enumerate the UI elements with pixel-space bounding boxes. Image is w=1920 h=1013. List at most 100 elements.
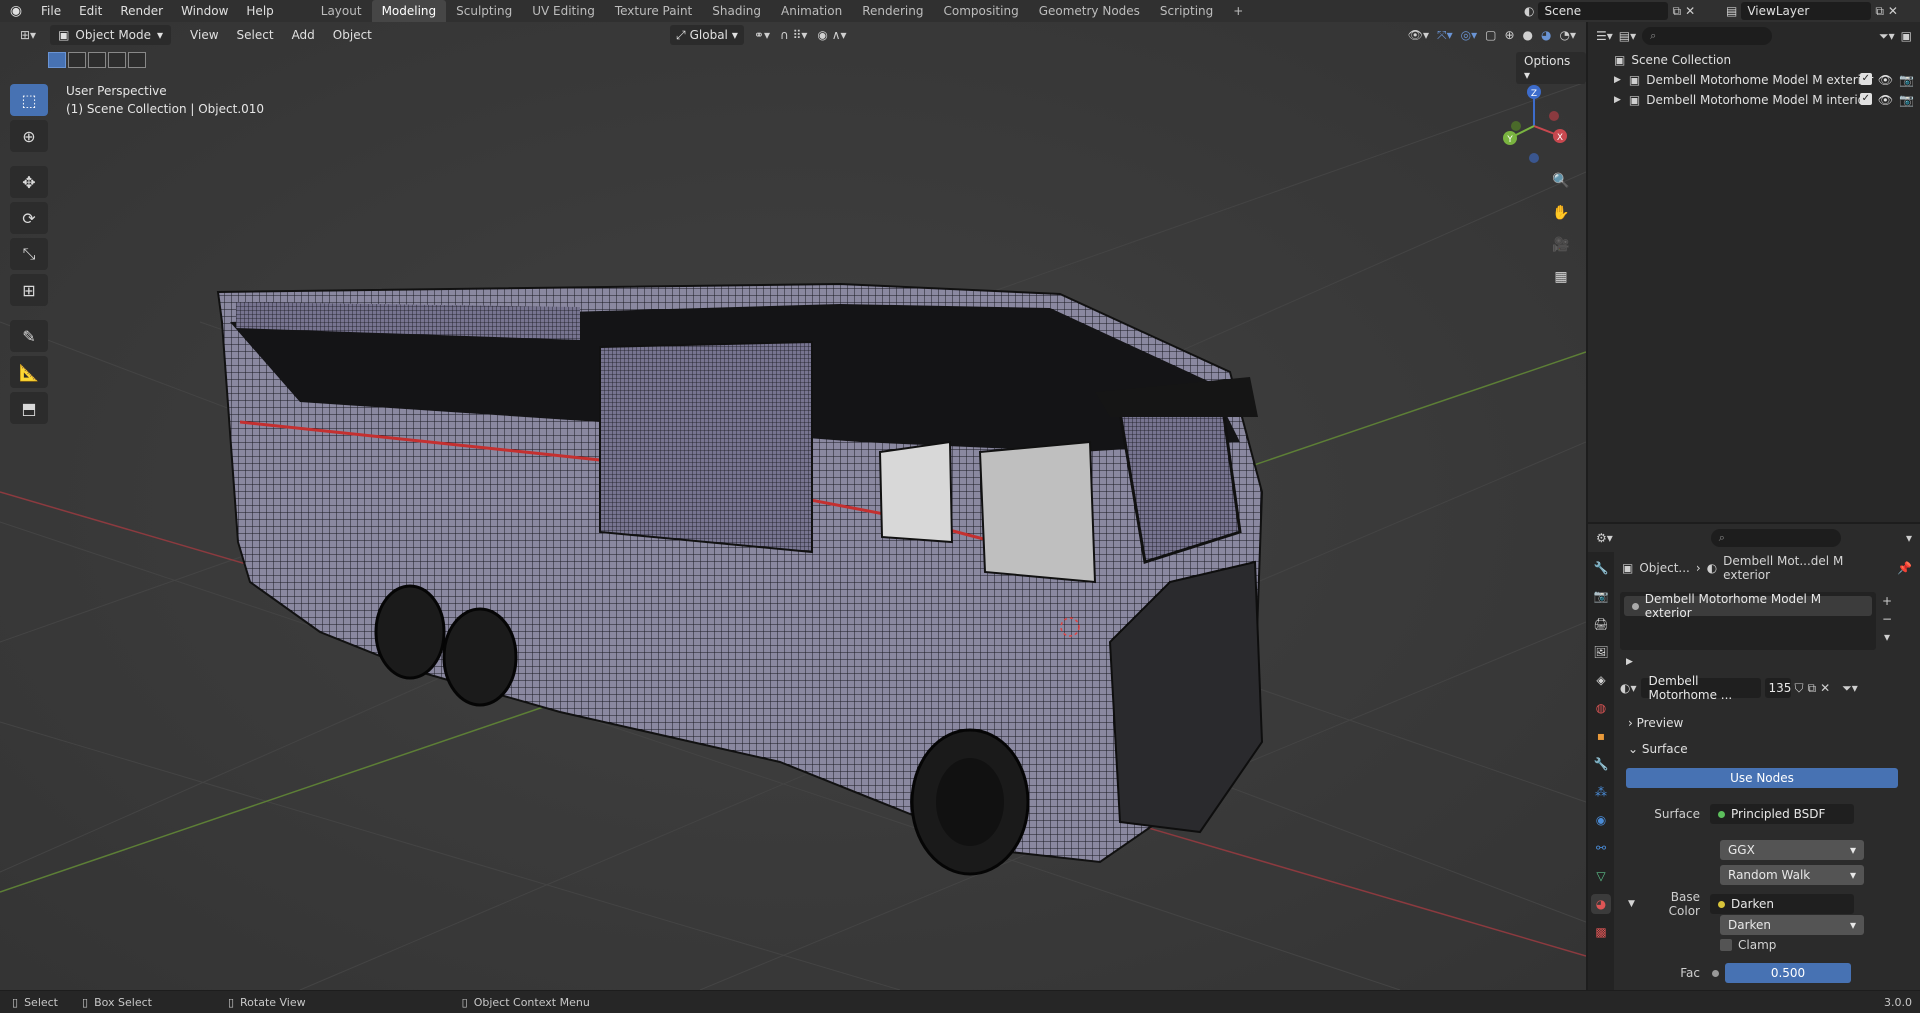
- viewlayer-field[interactable]: ViewLayer: [1741, 2, 1872, 20]
- scene-field[interactable]: Scene: [1538, 2, 1669, 20]
- material-slot-item[interactable]: Dembell Motorhome Model M exterior: [1624, 592, 1872, 620]
- pan-hand-icon[interactable]: ✋: [1548, 200, 1574, 226]
- options-dropdown[interactable]: Options ▾: [1516, 52, 1586, 84]
- scale-tool-icon[interactable]: ⤡: [10, 238, 48, 270]
- constraints-tab-icon[interactable]: ⚯: [1591, 838, 1611, 858]
- object-tab-icon[interactable]: ▪: [1591, 726, 1611, 746]
- select-extend-icon[interactable]: [68, 52, 86, 68]
- overlays-icon[interactable]: ◎▾: [1461, 28, 1478, 42]
- cursor-tool-icon[interactable]: ⊕: [10, 120, 48, 152]
- camera-icon[interactable]: 📷: [1899, 73, 1914, 87]
- properties-editor-icon[interactable]: ⚙▾: [1596, 531, 1613, 545]
- expand-down-arrow-icon[interactable]: ▼: [1628, 899, 1644, 909]
- camera-icon[interactable]: 📷: [1899, 93, 1914, 107]
- scene-tab-icon[interactable]: ◈: [1591, 670, 1611, 690]
- filter-icon[interactable]: ⏷▾: [1879, 29, 1895, 44]
- render-tab-icon[interactable]: 📷: [1591, 586, 1611, 606]
- outliner-row-interior[interactable]: ▶ ▣ Dembell Motorhome Model M interior ✓…: [1588, 90, 1920, 110]
- tab-uv-editing[interactable]: UV Editing: [522, 0, 605, 22]
- menu-add[interactable]: Add: [283, 28, 324, 42]
- remove-slot-icon[interactable]: −: [1882, 612, 1892, 626]
- viewlayer-icon[interactable]: ▤: [1726, 4, 1737, 18]
- surface-panel-header[interactable]: ⌄ Surface: [1628, 742, 1688, 756]
- texture-tab-icon[interactable]: ▩: [1591, 922, 1611, 942]
- tool-tab-icon[interactable]: 🔧: [1591, 558, 1611, 578]
- world-tab-icon[interactable]: ◍: [1591, 698, 1611, 718]
- pivot-icon[interactable]: ⚭▾: [754, 28, 770, 42]
- camera-icon[interactable]: 🎥: [1548, 232, 1574, 258]
- annotate-tool-icon[interactable]: ✎: [10, 320, 48, 352]
- preview-panel-header[interactable]: › Preview: [1628, 716, 1683, 730]
- modifier-tab-icon[interactable]: 🔧: [1591, 754, 1611, 774]
- tab-geometry-nodes[interactable]: Geometry Nodes: [1029, 0, 1150, 22]
- tab-sculpting[interactable]: Sculpting: [446, 0, 522, 22]
- material-browse-icon[interactable]: ◐▾: [1620, 681, 1637, 695]
- clamp-checkbox[interactable]: [1720, 939, 1732, 951]
- select-box-tool-icon[interactable]: ⬚: [10, 84, 48, 116]
- new-scene-icon[interactable]: ⧉: [1672, 4, 1681, 19]
- rendered-shading-icon[interactable]: ◔▾: [1560, 28, 1577, 42]
- particles-tab-icon[interactable]: ⁂: [1591, 782, 1611, 802]
- solid-shading-icon[interactable]: ●: [1523, 28, 1533, 42]
- new-viewlayer-icon[interactable]: ⧉: [1875, 4, 1884, 19]
- add-cube-tool-icon[interactable]: ⬒: [10, 392, 48, 424]
- chevron-down-icon[interactable]: ▾: [1882, 630, 1892, 644]
- outliner-row-scene-collection[interactable]: ▣ Scene Collection: [1588, 50, 1920, 70]
- view-layer-tab-icon[interactable]: 🖼: [1591, 642, 1611, 662]
- mode-dropdown[interactable]: ▣ Object Mode ▾: [50, 25, 172, 45]
- transform-orientation-dropdown[interactable]: ⤢ Global ▾: [670, 25, 744, 45]
- gizmo-toggle-icon[interactable]: ⤧▾: [1437, 28, 1453, 43]
- menu-help[interactable]: Help: [237, 0, 282, 22]
- checkbox-icon[interactable]: ✓: [1859, 73, 1872, 85]
- measure-tool-icon[interactable]: 📐: [10, 356, 48, 388]
- 3d-viewport[interactable]: ⊞▾ ▣ Object Mode ▾ View Select Add Objec…: [0, 22, 1586, 990]
- expand-arrow-icon[interactable]: ▶: [1614, 95, 1621, 105]
- expand-arrow-icon[interactable]: ▶: [1626, 657, 1633, 667]
- eye-icon[interactable]: 👁: [1878, 73, 1893, 87]
- xray-icon[interactable]: ▢: [1485, 28, 1496, 42]
- blend-mode-dropdown[interactable]: Darken ▾: [1720, 915, 1864, 935]
- new-collection-icon[interactable]: ▣: [1901, 29, 1912, 43]
- tab-modeling[interactable]: Modeling: [371, 0, 447, 22]
- outliner-search-icon[interactable]: ⌕: [1642, 27, 1773, 45]
- select-invert-icon[interactable]: [108, 52, 126, 68]
- editor-type-icon[interactable]: ⊞▾: [20, 28, 36, 42]
- grid-ortho-icon[interactable]: ▦: [1548, 264, 1574, 290]
- proportional-edit-icon[interactable]: ◉ ∧▾: [817, 28, 846, 42]
- filter-icon[interactable]: ⏷▾: [1842, 681, 1858, 696]
- rotate-tool-icon[interactable]: ⟳: [10, 202, 48, 234]
- tab-shading[interactable]: Shading: [702, 0, 771, 22]
- tab-rendering[interactable]: Rendering: [852, 0, 933, 22]
- delete-scene-icon[interactable]: ✕: [1685, 4, 1695, 18]
- output-tab-icon[interactable]: 🖨: [1591, 614, 1611, 634]
- add-slot-icon[interactable]: +: [1882, 594, 1892, 608]
- blender-logo-icon[interactable]: ◉: [6, 1, 26, 21]
- tab-scripting[interactable]: Scripting: [1150, 0, 1223, 22]
- select-new-icon[interactable]: [48, 52, 66, 68]
- use-nodes-button[interactable]: Use Nodes: [1626, 768, 1898, 788]
- pin-icon[interactable]: 📌: [1897, 561, 1912, 575]
- display-mode-icon[interactable]: ▤▾: [1619, 29, 1636, 43]
- navigation-gizmo[interactable]: Z X Y: [1498, 82, 1570, 164]
- material-slot-list[interactable]: Dembell Motorhome Model M exterior: [1620, 592, 1876, 650]
- scene-icon[interactable]: ◐: [1524, 4, 1534, 18]
- material-tab-icon[interactable]: ◕: [1591, 894, 1611, 914]
- visibility-icon[interactable]: 👁▾: [1408, 28, 1429, 42]
- menu-select[interactable]: Select: [228, 28, 283, 42]
- move-tool-icon[interactable]: ✥: [10, 166, 48, 198]
- material-name-field[interactable]: Dembell Motorhome ...: [1640, 674, 1761, 702]
- menu-view[interactable]: View: [181, 28, 227, 42]
- zoom-icon[interactable]: 🔍: [1548, 168, 1574, 194]
- distribution-dropdown[interactable]: GGX ▾: [1720, 840, 1864, 860]
- tab-texture-paint[interactable]: Texture Paint: [605, 0, 702, 22]
- add-workspace-button[interactable]: +: [1223, 0, 1253, 22]
- menu-render[interactable]: Render: [111, 0, 172, 22]
- tab-compositing[interactable]: Compositing: [933, 0, 1028, 22]
- fake-user-shield-icon[interactable]: ⛉: [1795, 681, 1804, 696]
- outliner-row-exterior[interactable]: ▶ ▣ Dembell Motorhome Model M exterior ✓…: [1588, 70, 1920, 90]
- menu-object[interactable]: Object: [324, 28, 381, 42]
- physics-tab-icon[interactable]: ◉: [1591, 810, 1611, 830]
- duplicate-icon[interactable]: ⧉: [1808, 681, 1817, 696]
- select-intersect-icon[interactable]: [128, 52, 146, 68]
- tab-animation[interactable]: Animation: [771, 0, 852, 22]
